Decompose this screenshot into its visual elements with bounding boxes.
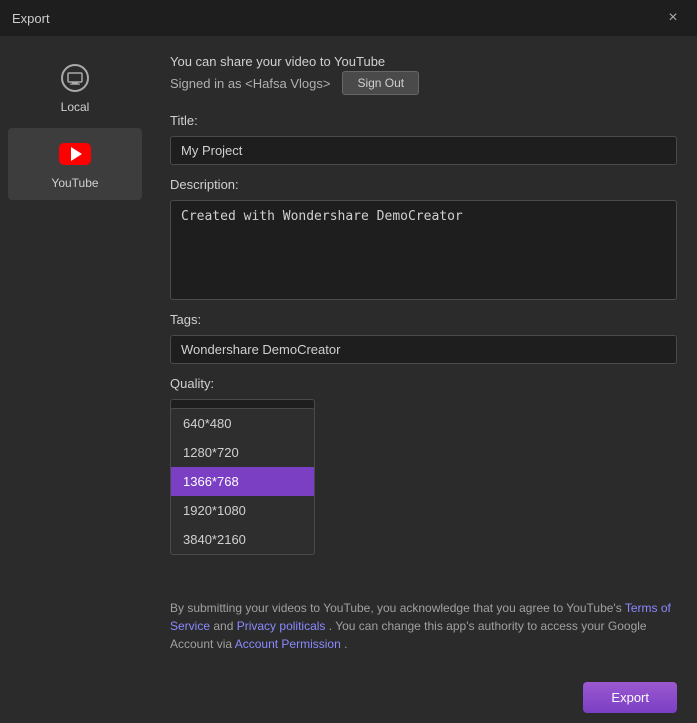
close-button[interactable]: × <box>661 6 685 30</box>
signed-in-row: Signed in as <Hafsa Vlogs> Sign Out <box>170 71 677 95</box>
title-field-group: Title: <box>170 113 677 165</box>
footer-text-4: . <box>341 637 348 651</box>
description-field-group: Description: Created with Wondershare De… <box>170 177 677 300</box>
sidebar-youtube-label: YouTube <box>51 176 98 190</box>
footer-text-2: and <box>210 619 237 633</box>
content-area: Local YouTube You can share your video t… <box>0 36 697 671</box>
tags-label: Tags: <box>170 312 677 327</box>
title-bar: Export × <box>0 0 697 36</box>
privacy-politics-link[interactable]: Privacy politicals <box>237 619 326 633</box>
local-icon-wrap <box>59 62 91 94</box>
youtube-icon-wrap <box>59 138 91 170</box>
sidebar-item-youtube[interactable]: YouTube <box>8 128 142 200</box>
description-label: Description: <box>170 177 677 192</box>
youtube-icon <box>59 143 91 165</box>
quality-field-group: Quality: 1366*768 ▾ 640*480 1280*720 136… <box>170 376 677 428</box>
account-permission-link[interactable]: Account Permission <box>235 637 341 651</box>
footer-text: By submitting your videos to YouTube, yo… <box>170 591 677 653</box>
tags-field-group: Tags: <box>170 312 677 364</box>
share-text-block: You can share your video to YouTube Sign… <box>170 54 677 101</box>
quality-option-3840[interactable]: 3840*2160 <box>171 525 314 554</box>
footer-text-1: By submitting your videos to YouTube, yo… <box>170 601 625 615</box>
title-label: Title: <box>170 113 677 128</box>
quality-option-640[interactable]: 640*480 <box>171 409 314 438</box>
description-input[interactable]: Created with Wondershare DemoCreator <box>170 200 677 300</box>
main-panel: You can share your video to YouTube Sign… <box>150 36 697 671</box>
youtube-play-icon <box>71 147 82 161</box>
bottom-bar: Export <box>0 671 697 723</box>
quality-label: Quality: <box>170 376 677 391</box>
tags-input[interactable] <box>170 335 677 364</box>
sidebar-item-local[interactable]: Local <box>8 52 142 124</box>
sidebar-local-label: Local <box>61 100 90 114</box>
sidebar: Local YouTube <box>0 36 150 671</box>
local-icon <box>61 64 89 92</box>
quality-dropdown-menu: 640*480 1280*720 1366*768 1920*1080 3840… <box>170 408 315 555</box>
share-description: You can share your video to YouTube <box>170 54 677 69</box>
quality-option-1280[interactable]: 1280*720 <box>171 438 314 467</box>
window-title: Export <box>12 11 50 26</box>
signed-in-text: Signed in as <Hafsa Vlogs> <box>170 76 330 91</box>
sign-out-button[interactable]: Sign Out <box>342 71 419 95</box>
quality-option-1920[interactable]: 1920*1080 <box>171 496 314 525</box>
title-input[interactable] <box>170 136 677 165</box>
quality-option-1366[interactable]: 1366*768 <box>171 467 314 496</box>
export-window: Export × Local <box>0 0 697 723</box>
export-button[interactable]: Export <box>583 682 677 713</box>
